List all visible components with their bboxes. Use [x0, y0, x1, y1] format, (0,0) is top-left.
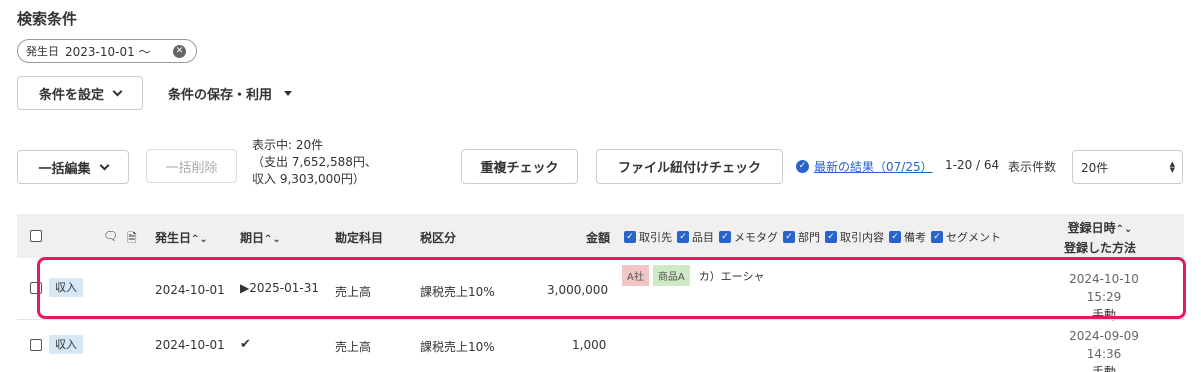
checkbox-remarks[interactable]: ✓ — [889, 231, 901, 243]
sort-icon: ⌃⌄ — [264, 234, 281, 245]
document-icon: 🗎 — [127, 231, 137, 245]
header-due-label: 期日 — [240, 231, 265, 245]
checkbox-partner[interactable]: ✓ — [624, 231, 636, 243]
column-filters: ✓ 取引先 ✓ 品目 ✓ メモタグ ✓ 部門 ✓ 取引内容 ✓ 備考 ✓ セグメント — [624, 229, 1006, 245]
income-total: 収入 9,303,000円） — [252, 172, 365, 186]
table-row[interactable]: 収入 — [49, 335, 83, 354]
filter-label: 部門 — [798, 231, 820, 244]
latest-result-link[interactable]: 最新の結果（07/25） — [814, 158, 933, 175]
chevron-down-icon — [112, 86, 123, 96]
header-amount: 金額 — [586, 231, 611, 245]
filter-label: 品目 — [692, 231, 714, 244]
display-count-label: 表示件数 — [1008, 160, 1057, 174]
search-conditions-title: 検索条件 — [17, 10, 78, 28]
duplicate-check-button[interactable]: 重複チェック — [461, 149, 578, 184]
sort-icon: ⌃⌄ — [191, 234, 208, 245]
checkbox-department[interactable]: ✓ — [783, 231, 795, 243]
row-account: 売上高 — [335, 340, 372, 354]
reg-method: 手動 — [1091, 365, 1116, 372]
filter-label: メモタグ — [734, 231, 778, 244]
check-icon: ✔ — [240, 337, 251, 352]
date-filter-chip[interactable]: 発生日 2023-10-01 〜 ✕ — [17, 39, 197, 63]
bulk-delete-button[interactable]: 一括削除 — [146, 149, 237, 183]
check-circle-icon: ✓ — [796, 160, 809, 173]
bulk-delete-label: 一括削除 — [165, 160, 218, 176]
header-tax: 税区分 — [420, 231, 457, 245]
filter-label: 備考 — [904, 231, 926, 244]
row-date: 2024-10-01 — [155, 338, 225, 352]
duplicate-check-label: 重複チェック — [480, 161, 559, 176]
reg-time: 2024-09-09 14:36 — [1069, 329, 1139, 361]
close-icon[interactable]: ✕ — [173, 45, 186, 58]
expense-total: （支出 7,652,588円、 — [252, 155, 377, 169]
highlight-box — [37, 257, 1186, 319]
select-arrows-icon: ▲ ▼ — [1169, 160, 1175, 174]
chip-value: 2023-10-01 〜 — [65, 44, 151, 59]
chevron-down-icon — [99, 160, 109, 170]
display-count: 表示中: 20件 — [252, 138, 324, 152]
filter-label: 取引内容 — [840, 231, 884, 244]
save-conditions-button[interactable]: 条件の保存・利用 — [168, 84, 293, 103]
comment-icon: 🗨 — [103, 229, 119, 243]
bulk-edit-button[interactable]: 一括編集 — [17, 150, 129, 184]
header-date[interactable]: 発生日⌃⌄ — [155, 229, 208, 246]
filter-label: セグメント — [946, 231, 1001, 244]
header-reg-method-label: 登録した方法 — [1064, 241, 1137, 255]
file-link-check-label: ファイル紐付けチェック — [617, 161, 761, 176]
set-conditions-button[interactable]: 条件を設定 — [17, 76, 143, 110]
caret-down-icon — [284, 91, 293, 96]
page-range: 1-20 / 64 — [945, 158, 1000, 172]
row-divider — [17, 319, 1184, 320]
row-tax: 課税売上10% — [420, 340, 495, 354]
header-due[interactable]: 期日⌃⌄ — [240, 229, 281, 246]
select-all-checkbox[interactable] — [30, 230, 42, 242]
display-count-value: 20件 — [1081, 160, 1109, 175]
bulk-edit-label: 一括編集 — [38, 161, 91, 177]
save-conditions-label: 条件の保存・利用 — [168, 88, 273, 103]
row-checkbox[interactable] — [30, 339, 42, 351]
chip-key: 発生日 — [26, 45, 59, 58]
filter-label: 取引先 — [639, 231, 672, 244]
header-registered[interactable]: 登録日時⌃⌄ 登録した方法 — [1064, 219, 1136, 257]
checkbox-segment[interactable]: ✓ — [931, 231, 943, 243]
checkbox-description[interactable]: ✓ — [825, 231, 837, 243]
header-account: 勘定科目 — [335, 231, 384, 245]
checkbox-memo-tag[interactable]: ✓ — [719, 231, 731, 243]
latest-result: ✓ 最新の結果（07/25） — [796, 158, 933, 175]
header-reg-label: 登録日時 — [1067, 221, 1116, 235]
sort-icon: ⌃⌄ — [1115, 224, 1133, 235]
set-conditions-label: 条件を設定 — [38, 87, 104, 103]
income-tag: 収入 — [49, 335, 83, 354]
display-count-select[interactable]: 20件 ▲ ▼ — [1072, 150, 1183, 184]
row-registered: 2024-09-09 14:36 手動 — [1050, 327, 1158, 372]
header-date-label: 発生日 — [155, 231, 192, 245]
row-amount: 1,000 — [572, 338, 607, 352]
file-link-check-button[interactable]: ファイル紐付けチェック — [596, 149, 783, 184]
checkbox-item[interactable]: ✓ — [677, 231, 689, 243]
display-summary: 表示中: 20件 （支出 7,652,588円、 収入 9,303,000円） — [252, 137, 377, 188]
